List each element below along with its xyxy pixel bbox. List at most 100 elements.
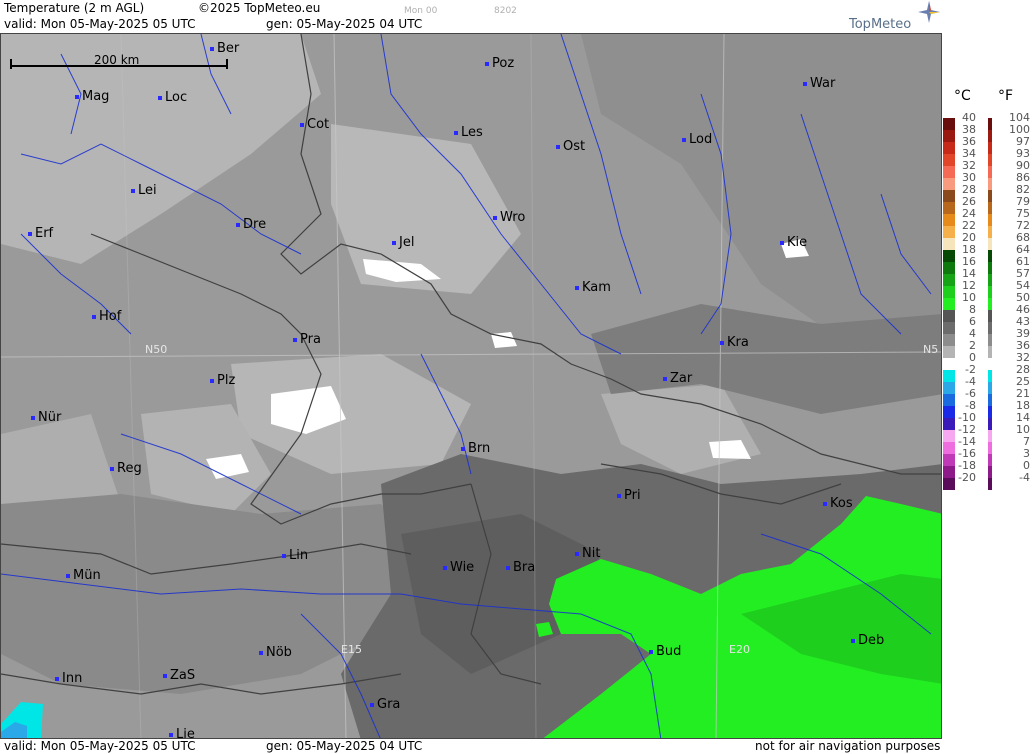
city-label-pri: Pri <box>617 488 641 503</box>
city-label-pra: Pra <box>293 332 321 347</box>
city-label-kra: Kra <box>720 335 749 350</box>
city-marker <box>617 493 621 498</box>
footer-note: not for air navigation purposes <box>755 739 941 753</box>
legend-swatch-f <box>988 478 992 490</box>
city-name: Les <box>461 125 483 140</box>
city-name: Kos <box>830 496 853 511</box>
city-marker <box>461 446 465 451</box>
city-name: Kra <box>727 335 749 350</box>
city-marker <box>210 378 214 383</box>
city-marker <box>780 240 784 245</box>
valid-time: valid: Mon 05-May-2025 05 UTC <box>4 17 196 31</box>
header: Temperature (2 m AGL) ©2025 TopMeteo.eu … <box>0 0 942 33</box>
city-name: Reg <box>117 461 142 476</box>
city-label-kos: Kos <box>823 496 853 511</box>
faint-label-2: 8202 <box>494 6 517 16</box>
grid-label-n50-right: N5 <box>923 343 939 356</box>
grid-label-n50: N50 <box>145 343 168 356</box>
legend-celsius-value: -20 <box>958 471 976 484</box>
temperature-map[interactable]: 200 km N50 N5 E15 E20 Ber Poz Mag Loc War Cot… <box>0 33 942 739</box>
city-marker <box>454 130 458 135</box>
legend-swatch-f <box>988 466 992 478</box>
city-name: Nöb <box>266 645 292 660</box>
city-name: Lin <box>289 548 309 563</box>
legend-swatch-f <box>988 346 992 358</box>
city-name: Jel <box>399 235 415 250</box>
legend-swatch-f <box>988 370 992 382</box>
footer: valid: Mon 05-May-2025 05 UTC gen: 05-Ma… <box>0 739 942 754</box>
city-label-war: War <box>803 76 835 91</box>
faint-label-1: Mon 00 <box>404 6 438 16</box>
city-marker <box>649 649 653 654</box>
generated-time: gen: 05-May-2025 04 UTC <box>266 17 423 31</box>
city-label-nür: Nür <box>31 410 61 425</box>
legend-swatch-f <box>988 394 992 406</box>
city-marker <box>485 61 489 66</box>
legend-swatch-f <box>988 382 992 394</box>
city-marker <box>682 137 686 142</box>
city-marker <box>110 466 114 471</box>
city-label-jel: Jel <box>392 235 414 250</box>
city-name: Brn <box>468 441 491 456</box>
legend-fahrenheit-value: -4 <box>1019 471 1030 484</box>
legend-swatch-f <box>988 154 992 166</box>
city-label-hof: Hof <box>92 309 121 324</box>
legend-swatch-f <box>988 190 992 202</box>
city-marker <box>506 565 510 570</box>
city-marker <box>31 415 35 420</box>
city-label-les: Les <box>454 125 483 140</box>
city-label-erf: Erf <box>28 226 53 241</box>
city-name: Wie <box>450 560 475 575</box>
city-name: Ost <box>563 139 586 154</box>
city-name: Poz <box>492 56 515 71</box>
city-label-bra: Bra <box>506 560 535 575</box>
city-marker <box>392 240 396 245</box>
city-label-lod: Lod <box>682 132 712 147</box>
city-marker <box>575 551 579 556</box>
legend-swatch-f <box>988 130 992 142</box>
legend-swatch-f <box>988 310 992 322</box>
city-name: Lod <box>689 132 713 147</box>
topmeteo-logo: TopMeteo <box>849 17 912 32</box>
legend-swatch-f <box>988 250 992 262</box>
grid-label-e20: E20 <box>729 643 750 656</box>
city-label-wro: Wro <box>493 210 525 225</box>
city-name: Lie <box>176 727 195 739</box>
city-marker <box>720 340 724 345</box>
city-marker <box>236 222 240 227</box>
city-marker <box>443 565 447 570</box>
city-marker <box>169 732 173 737</box>
legend-swatch-f <box>988 118 992 130</box>
city-name: Kie <box>787 235 808 250</box>
city-label-kam: Kam <box>575 280 611 295</box>
city-label-wie: Wie <box>443 560 474 575</box>
legend-swatch-f <box>988 274 992 286</box>
city-label-poz: Poz <box>485 56 514 71</box>
legend-swatch-f <box>988 418 992 430</box>
scale-label: 200 km <box>94 53 140 67</box>
city-label-gra: Gra <box>370 697 400 712</box>
city-name: Mün <box>73 568 101 583</box>
city-label-cot: Cot <box>300 117 329 132</box>
legend-swatch-f <box>988 322 992 334</box>
city-name: Lei <box>138 183 157 198</box>
city-label-nöb: Nöb <box>259 645 292 660</box>
city-marker <box>556 144 560 149</box>
city-label-zar: Zar <box>663 371 692 386</box>
city-name: Zar <box>670 371 693 386</box>
city-label-loc: Loc <box>158 90 187 105</box>
city-name: Bud <box>656 644 682 659</box>
city-marker <box>823 501 827 506</box>
city-name: Mag <box>82 89 110 104</box>
legend-swatch-f <box>988 214 992 226</box>
legend-swatch-f <box>988 334 992 346</box>
city-marker <box>282 553 286 558</box>
city-marker <box>131 188 135 193</box>
city-name: Kam <box>582 280 611 295</box>
legend-swatch-f <box>988 358 992 370</box>
legend-swatch-f <box>988 298 992 310</box>
city-marker <box>575 285 579 290</box>
city-label-mag: Mag <box>75 89 109 104</box>
city-name: Inn <box>62 671 83 686</box>
unit-fahrenheit: °F <box>998 88 1014 104</box>
